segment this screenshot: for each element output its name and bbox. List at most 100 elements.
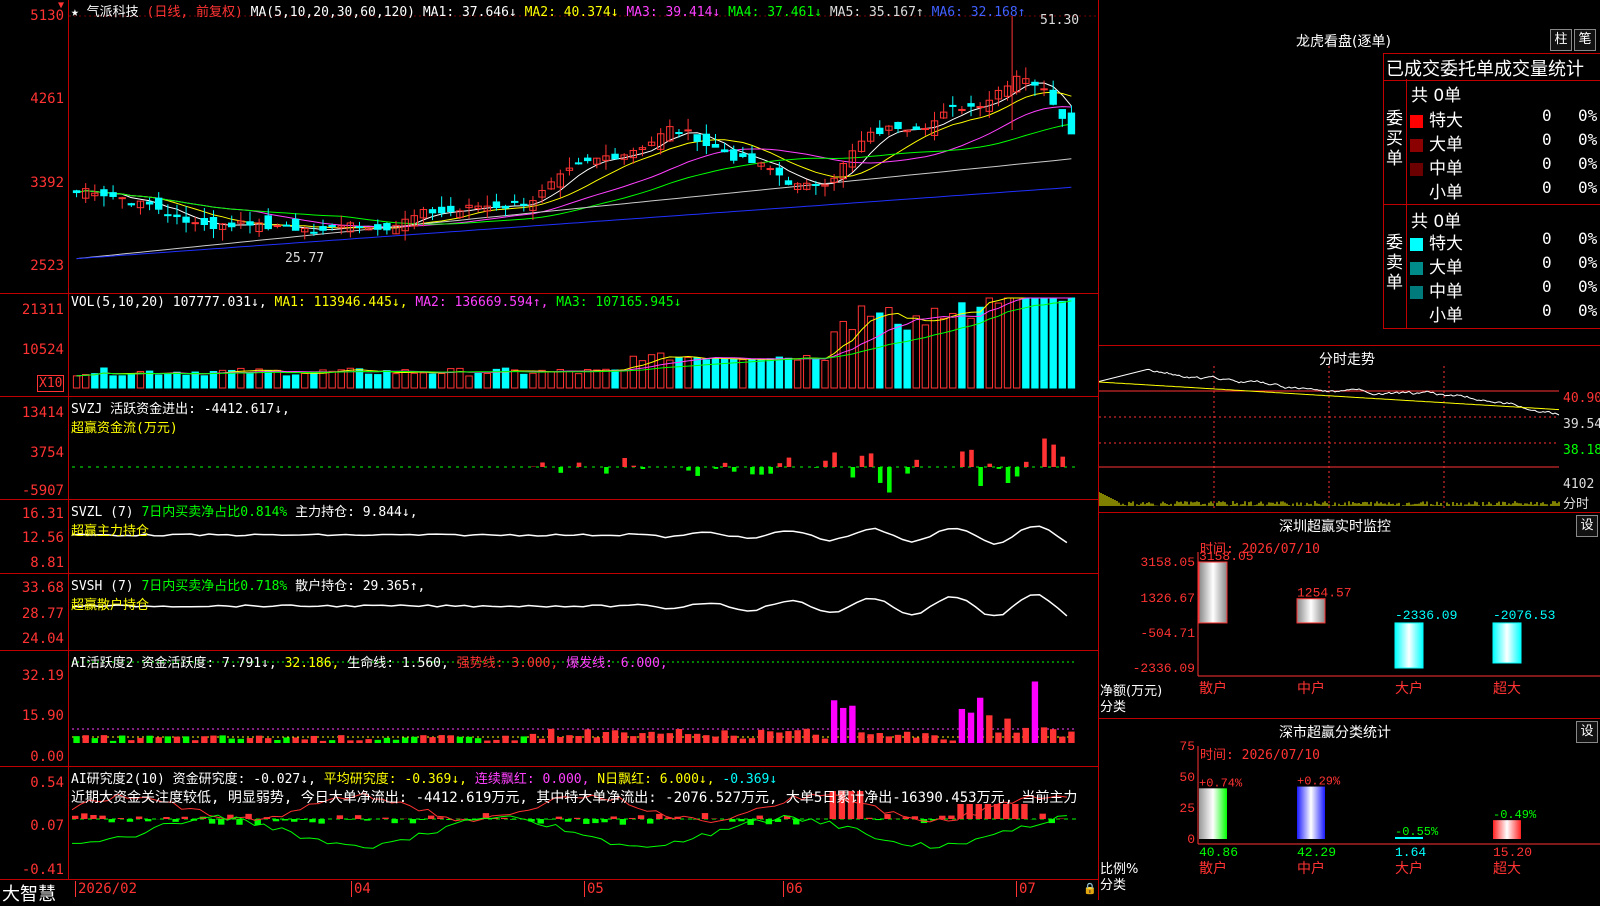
buy-row-l: 大单 (1410, 130, 1463, 155)
svsh-pane[interactable]: 33.68 28.77 24.04 SVSH (7) 7日内买卖净占比0.718… (0, 574, 1098, 651)
research-bar (127, 819, 133, 822)
svzj-title: SVZJ 活跃资金进出: -4412.617↓, (71, 402, 290, 417)
bar-value-label: 42.29 (1297, 845, 1336, 860)
ai2-comment: 近期大资金关注度较低, 明显弱势, 今日大单净流出: -4412.619万元, … (71, 790, 1077, 806)
activity-bar (365, 739, 371, 743)
bar-axis-tick: -504.71 (1140, 626, 1195, 641)
activity-bar (1023, 728, 1029, 743)
lhb-tabs-bar[interactable]: 已成交委托单成交量统计 (1383, 53, 1600, 81)
research-bar (309, 819, 315, 822)
candle-body (922, 128, 928, 129)
svzl-pane[interactable]: 16.31 12.56 8.81 SVZL (7) 7日内买卖净占比0.814%… (0, 500, 1098, 574)
inflow-bar (832, 452, 837, 467)
candle-body (584, 158, 590, 160)
candle-body (877, 128, 883, 133)
pen-button[interactable]: 笔 (1574, 29, 1596, 51)
research-bar (948, 816, 954, 819)
activity-bar (511, 740, 517, 743)
activity-bar (648, 732, 654, 743)
volume-bar (1068, 298, 1074, 388)
activity-bar (584, 729, 590, 743)
svzj-pane[interactable]: 13414 3754 -5907 SVZJ 活跃资金进出: -4412.617↓… (0, 397, 1098, 500)
bar-category-label: 中户 (1297, 860, 1325, 877)
volume-bar (192, 372, 198, 388)
intraday-tick-1: 40.90 (1563, 391, 1600, 406)
brand-label[interactable]: 大智慧 (2, 880, 56, 906)
outflow-bar (878, 467, 883, 483)
volume-bar (804, 356, 810, 388)
bar-button[interactable]: 柱 (1550, 29, 1572, 51)
intraday-chart (1099, 346, 1600, 511)
research-bar (136, 817, 142, 819)
sell-l-pct: 0% (1578, 253, 1597, 272)
candle-body (210, 217, 216, 228)
research-bar (638, 815, 644, 819)
volume-bar (302, 373, 308, 388)
price-pane[interactable]: 5130 4261 3392 2523 ★ 气派科技 (日线, 前复权) MA(… (0, 0, 1098, 294)
research-bar (510, 819, 516, 820)
sell-s-swatch (1410, 310, 1423, 323)
volume-bar (128, 374, 134, 388)
bar-axis-tick: 50 (1179, 770, 1195, 785)
activity-bar (639, 733, 645, 743)
activity-bar (92, 738, 98, 743)
activity-bar (110, 741, 116, 743)
bar-value-label: 1.64 (1395, 845, 1426, 860)
candle-body (165, 215, 171, 216)
outflow-bar (604, 467, 609, 474)
activity-bar (940, 739, 946, 743)
ai2-red: 连续飘红: 0.000, (475, 772, 590, 787)
ai-activity-pane[interactable]: 32.19 15.90 0.00 AI活跃度2 资金活跃度: 7.791↓, 3… (0, 651, 1098, 767)
volume-bar (922, 325, 928, 388)
outflow-bar (1006, 467, 1011, 483)
lhb-panel: 龙虎看盘(逐单) 柱 笔 已成交委托单成交量统计 委买单 共 0单 委卖单 共 … (1099, 0, 1600, 342)
volume-pane[interactable]: 21311 10524 X10 VOL(5,10,20) 107777.031↓… (0, 294, 1098, 397)
candle-body (283, 225, 289, 226)
outflow-bar (768, 467, 773, 474)
research-bar (592, 819, 598, 823)
research-bar (565, 819, 571, 822)
candle-body (128, 204, 134, 205)
activity-bar (667, 733, 673, 743)
activity-bar (1041, 727, 1047, 743)
inflow-bar (632, 466, 637, 467)
activity-bar (201, 736, 207, 743)
volume-bar (411, 373, 417, 388)
ai-research-pane[interactable]: 0.54 0.07 -0.41 AI研究度2(10) 资金研究度: -0.027… (0, 767, 1098, 879)
high-price-label: 51.30 (1040, 13, 1079, 28)
research-bar (757, 816, 763, 819)
star-icon[interactable]: ★ (71, 5, 79, 20)
buy-l-swatch (1410, 139, 1423, 152)
bar-value-label: 3158.05 (1199, 549, 1254, 564)
candle-body (511, 201, 517, 202)
bar-2 (1395, 623, 1423, 668)
intraday-panel[interactable]: 分时走势 40.90 39.54 38.18 4102 分时 (1099, 345, 1600, 511)
bar-0 (1199, 562, 1227, 623)
activity-bar (612, 730, 618, 743)
intraday-vol-tick: 4102 (1563, 477, 1594, 492)
candle-body (968, 104, 974, 107)
volume-bar (247, 374, 253, 388)
research-bar (866, 818, 872, 819)
research-bar (300, 819, 306, 820)
activity-bar (502, 736, 508, 743)
activity-bar (475, 738, 481, 743)
x-label-5: 07 (1016, 881, 1036, 897)
ai1-title: AI活跃度2 (71, 656, 133, 671)
volume-bar (265, 371, 271, 388)
candle-body (493, 202, 499, 208)
candle-body (183, 217, 189, 222)
volume-bar (603, 369, 609, 388)
volume-bar (420, 373, 426, 388)
svzl-title: SVZL (7) (71, 505, 134, 520)
outflow-bar (997, 467, 1002, 469)
buy-xl-name: 特大 (1429, 111, 1463, 131)
outflow-bar (714, 467, 719, 469)
inflow-bar (1042, 439, 1047, 467)
lock-icon[interactable]: 🔒 (1083, 882, 1097, 895)
research-bar (1039, 814, 1045, 819)
candle-body (1032, 82, 1038, 85)
candle-body (895, 122, 901, 128)
lhb-tabs[interactable]: 已成交委托单成交量统计 (1386, 55, 1584, 81)
candle-body (265, 216, 271, 229)
